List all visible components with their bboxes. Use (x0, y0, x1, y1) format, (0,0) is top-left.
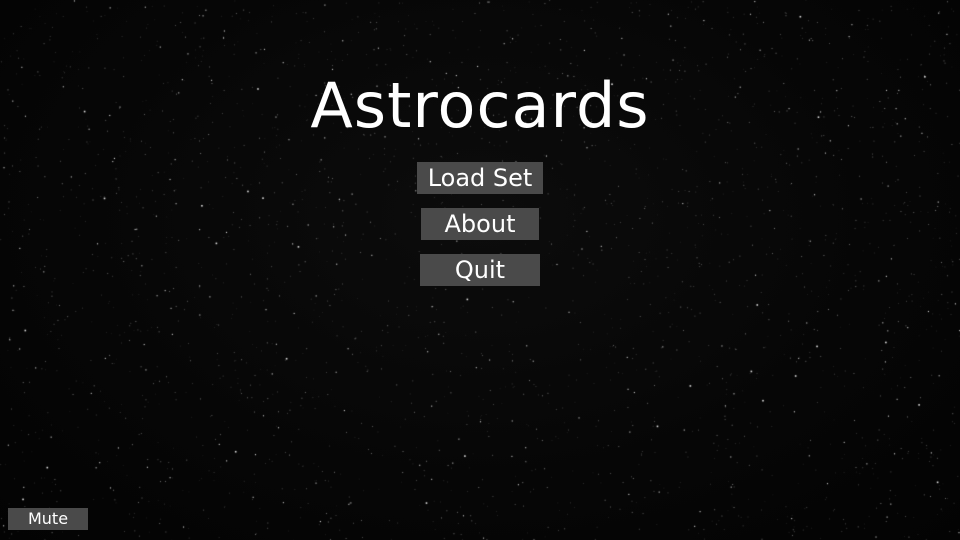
mute-button[interactable]: Mute (8, 508, 88, 530)
load-set-button[interactable]: Load Set (417, 162, 543, 194)
game-title: Astrocards (310, 69, 650, 142)
quit-button[interactable]: Quit (420, 254, 540, 286)
about-button[interactable]: About (421, 208, 539, 240)
game-screen: Astrocards Load Set About Quit Mute (0, 0, 960, 540)
